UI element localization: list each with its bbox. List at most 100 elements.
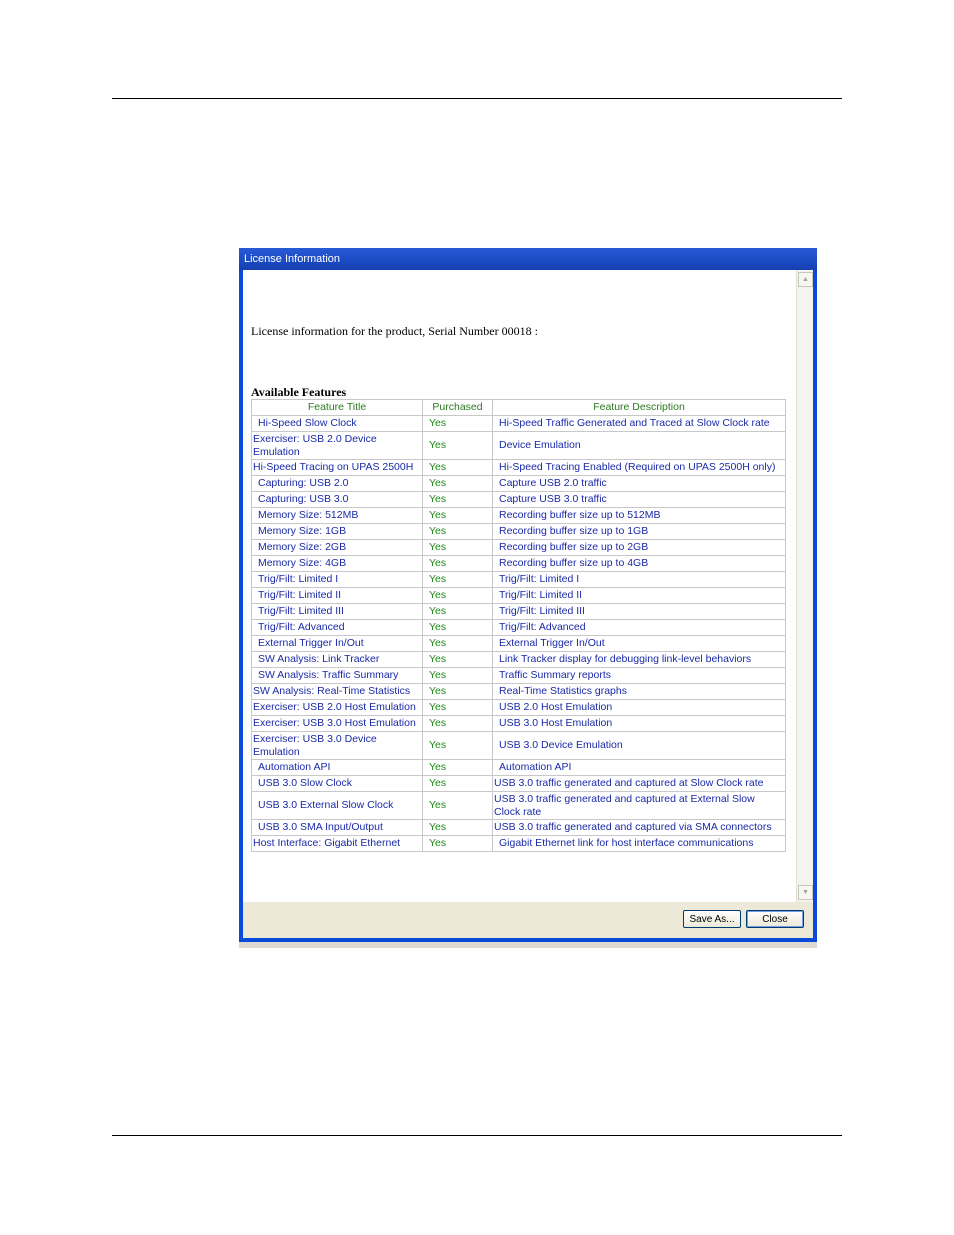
scroll-up-arrow-icon[interactable]: ▲ <box>798 272 813 287</box>
dialog-title-bar[interactable]: License Information <box>239 248 817 270</box>
feature-title-cell: Automation API <box>251 759 423 776</box>
feature-title-cell: Exerciser: USB 2.0 Device Emulation <box>251 431 423 460</box>
dialog-frame-right <box>813 270 817 942</box>
table-row: Memory Size: 512MB Yes Recording buffer si… <box>251 507 786 524</box>
dialog-title: License Information <box>244 253 340 265</box>
feature-title-cell: Hi-Speed Tracing on UPAS 2500H <box>251 459 423 476</box>
purchased-cell: Yes <box>422 431 493 460</box>
table-row: SW Analysis: Link Tracker Yes Link Tracker… <box>251 651 786 668</box>
feature-title-cell: Memory Size: 1GB <box>251 523 423 540</box>
features-table-body: Hi-Speed Slow Clock Yes Hi-Speed Traffic G… <box>251 415 786 852</box>
column-header-feature-title: Feature Title <box>251 399 423 416</box>
feature-description-cell: Trig/Filt: Limited II <box>492 587 786 604</box>
feature-title-cell: Memory Size: 2GB <box>251 539 423 556</box>
license-intro-text: License information for the product, Ser… <box>251 324 538 338</box>
table-row: USB 3.0 SMA Input/Output Yes USB 3.0 traff… <box>251 819 786 836</box>
purchased-cell: Yes <box>422 699 493 716</box>
purchased-cell: Yes <box>422 507 493 524</box>
purchased-cell: Yes <box>422 475 493 492</box>
feature-title-cell: SW Analysis: Link Tracker <box>251 651 423 668</box>
license-information-dialog: License Information License information … <box>239 248 817 948</box>
feature-description-cell: USB 3.0 traffic generated and captured v… <box>492 819 786 836</box>
feature-description-cell: Recording buffer size up to 2GB <box>492 539 786 556</box>
purchased-cell: Yes <box>422 667 493 684</box>
license-content-area[interactable]: License information for the product, Ser… <box>243 270 813 902</box>
purchased-cell: Yes <box>422 571 493 588</box>
page-top-rule <box>112 98 842 99</box>
table-row: Exerciser: USB 2.0 Device Emulation Yes De… <box>251 431 786 460</box>
table-row: Capturing: USB 2.0 Yes Capture USB 2.0 tra… <box>251 475 786 492</box>
feature-description-cell: Trig/Filt: Advanced <box>492 619 786 636</box>
table-row: Hi-Speed Tracing on UPAS 2500H Yes Hi-Spee… <box>251 459 786 476</box>
table-row: Trig/Filt: Limited III Yes Trig/Filt: Limi… <box>251 603 786 620</box>
vertical-scrollbar[interactable]: ▲ ▼ <box>796 270 813 902</box>
purchased-cell: Yes <box>422 539 493 556</box>
save-as-button[interactable]: Save As... <box>683 910 741 928</box>
feature-title-cell: Trig/Filt: Limited II <box>251 587 423 604</box>
feature-description-cell: USB 3.0 traffic generated and captured a… <box>492 791 786 820</box>
feature-description-cell: USB 3.0 Host Emulation <box>492 715 786 732</box>
feature-description-cell: Trig/Filt: Limited I <box>492 571 786 588</box>
feature-title-cell: Capturing: USB 3.0 <box>251 491 423 508</box>
feature-description-cell: Capture USB 2.0 traffic <box>492 475 786 492</box>
purchased-cell: Yes <box>422 603 493 620</box>
feature-title-cell: Host Interface: Gigabit Ethernet <box>251 835 423 852</box>
feature-title-cell: USB 3.0 SMA Input/Output <box>251 819 423 836</box>
feature-description-cell: Gigabit Ethernet link for host interface… <box>492 835 786 852</box>
feature-description-cell: USB 3.0 traffic generated and captured a… <box>492 775 786 792</box>
feature-title-cell: Hi-Speed Slow Clock <box>251 415 423 432</box>
table-row: Trig/Filt: Advanced Yes Trig/Filt: Advance… <box>251 619 786 636</box>
table-row: Trig/Filt: Limited II Yes Trig/Filt: Limit… <box>251 587 786 604</box>
purchased-cell: Yes <box>422 459 493 476</box>
feature-title-cell: SW Analysis: Traffic Summary <box>251 667 423 684</box>
purchased-cell: Yes <box>422 415 493 432</box>
feature-description-cell: Link Tracker display for debugging link-… <box>492 651 786 668</box>
feature-description-cell: Recording buffer size up to 512MB <box>492 507 786 524</box>
feature-description-cell: Hi-Speed Tracing Enabled (Required on UP… <box>492 459 786 476</box>
feature-title-cell: Exerciser: USB 3.0 Device Emulation <box>251 731 423 760</box>
dialog-button-bar: Save As... Close <box>243 902 813 938</box>
table-row: Capturing: USB 3.0 Yes Capture USB 3.0 tra… <box>251 491 786 508</box>
table-row: Memory Size: 4GB Yes Recording buffer size… <box>251 555 786 572</box>
table-row: SW Analysis: Traffic Summary Yes Traffic S… <box>251 667 786 684</box>
feature-title-cell: USB 3.0 External Slow Clock <box>251 791 423 820</box>
feature-description-cell: Recording buffer size up to 1GB <box>492 523 786 540</box>
table-row: Exerciser: USB 2.0 Host Emulation Yes USB … <box>251 699 786 716</box>
feature-title-cell: Memory Size: 512MB <box>251 507 423 524</box>
purchased-cell: Yes <box>422 791 493 820</box>
scroll-down-arrow-icon[interactable]: ▼ <box>798 885 813 900</box>
purchased-cell: Yes <box>422 651 493 668</box>
feature-description-cell: Capture USB 3.0 traffic <box>492 491 786 508</box>
table-row: Host Interface: Gigabit Ethernet Yes Gigab… <box>251 835 786 852</box>
purchased-cell: Yes <box>422 715 493 732</box>
purchased-cell: Yes <box>422 835 493 852</box>
purchased-cell: Yes <box>422 819 493 836</box>
feature-description-cell: USB 2.0 Host Emulation <box>492 699 786 716</box>
feature-description-cell: Real-Time Statistics graphs <box>492 683 786 700</box>
purchased-cell: Yes <box>422 491 493 508</box>
purchased-cell: Yes <box>422 683 493 700</box>
page-bottom-rule <box>112 1135 842 1136</box>
feature-title-cell: Exerciser: USB 3.0 Host Emulation <box>251 715 423 732</box>
status-bar <box>239 942 817 948</box>
feature-title-cell: USB 3.0 Slow Clock <box>251 775 423 792</box>
feature-description-cell: USB 3.0 Device Emulation <box>492 731 786 760</box>
purchased-cell: Yes <box>422 731 493 760</box>
feature-description-cell: External Trigger In/Out <box>492 635 786 652</box>
feature-title-cell: Trig/Filt: Advanced <box>251 619 423 636</box>
feature-title-cell: Memory Size: 4GB <box>251 555 423 572</box>
table-row: USB 3.0 External Slow Clock Yes USB 3.0 tr… <box>251 791 786 820</box>
table-row: External Trigger In/Out Yes External Trigg… <box>251 635 786 652</box>
purchased-cell: Yes <box>422 759 493 776</box>
purchased-cell: Yes <box>422 619 493 636</box>
purchased-cell: Yes <box>422 523 493 540</box>
available-features-heading: Available Features <box>251 385 347 399</box>
table-row: Exerciser: USB 3.0 Host Emulation Yes USB … <box>251 715 786 732</box>
column-header-feature-description: Feature Description <box>492 399 786 416</box>
table-row: Memory Size: 2GB Yes Recording buffer size… <box>251 539 786 556</box>
table-row: USB 3.0 Slow Clock Yes USB 3.0 traffic gen… <box>251 775 786 792</box>
purchased-cell: Yes <box>422 555 493 572</box>
close-button[interactable]: Close <box>746 910 804 928</box>
feature-title-cell: SW Analysis: Real-Time Statistics <box>251 683 423 700</box>
feature-title-cell: Trig/Filt: Limited III <box>251 603 423 620</box>
